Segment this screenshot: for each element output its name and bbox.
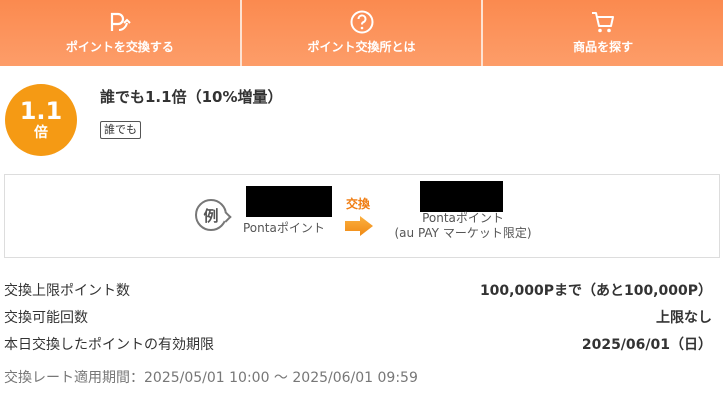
nav-about-exchange[interactable]: ポイント交換所とは: [239, 0, 482, 66]
expiry-value: 2025/06/01（日）: [581, 337, 712, 353]
cart-icon: [590, 0, 616, 40]
point-exchange-icon: [107, 0, 133, 40]
expiry-label: 本日交換したポイントの有効期限: [4, 337, 214, 353]
question-circle-icon: [349, 0, 375, 40]
to-point-label-line1: Pontaポイント: [422, 211, 504, 225]
info-row-limit: 交換上限ポイント数 100,000Pまで（あと100,000P）: [4, 279, 712, 301]
redacted-to-image: [420, 181, 503, 212]
example-icon: 例: [195, 199, 227, 231]
nav-search-products[interactable]: 商品を探す: [481, 0, 723, 66]
from-point-label: Pontaポイント: [243, 221, 325, 235]
rate-badge: 1.1 倍: [5, 84, 77, 156]
limit-label: 交換上限ポイント数: [4, 283, 130, 299]
arrow-right-icon: [344, 215, 374, 237]
rate-unit: 倍: [34, 125, 48, 141]
exchange-label: 交換: [346, 197, 371, 211]
nav-about-exchange-label: ポイント交換所とは: [307, 40, 416, 54]
info-row-expiry: 本日交換したポイントの有効期限 2025/06/01（日）: [4, 333, 712, 355]
top-navigation: ポイントを交換する ポイント交換所とは 商品を探す: [0, 0, 723, 66]
redacted-from-image: [246, 186, 332, 217]
limit-value: 100,000Pまで（あと100,000P）: [479, 283, 712, 299]
rate-tag: 誰でも: [100, 121, 141, 139]
rate-number: 1.1: [19, 97, 63, 125]
info-row-count: 交換可能回数 上限なし: [4, 306, 712, 328]
to-point-label: Pontaポイント (au PAY マーケット限定): [390, 211, 536, 241]
nav-exchange-points-label: ポイントを交換する: [65, 40, 174, 54]
count-value: 上限なし: [656, 310, 712, 326]
nav-search-products-label: 商品を探す: [573, 40, 634, 54]
count-label: 交換可能回数: [4, 310, 88, 326]
rate-title: 誰でも1.1倍（10%増量）: [100, 88, 283, 106]
nav-exchange-points[interactable]: ポイントを交換する: [0, 0, 240, 66]
to-point-label-line2: (au PAY マーケット限定): [394, 226, 532, 240]
rate-period: 交換レート適用期間：2025/05/01 10:00 〜 2025/06/01 …: [4, 370, 418, 386]
